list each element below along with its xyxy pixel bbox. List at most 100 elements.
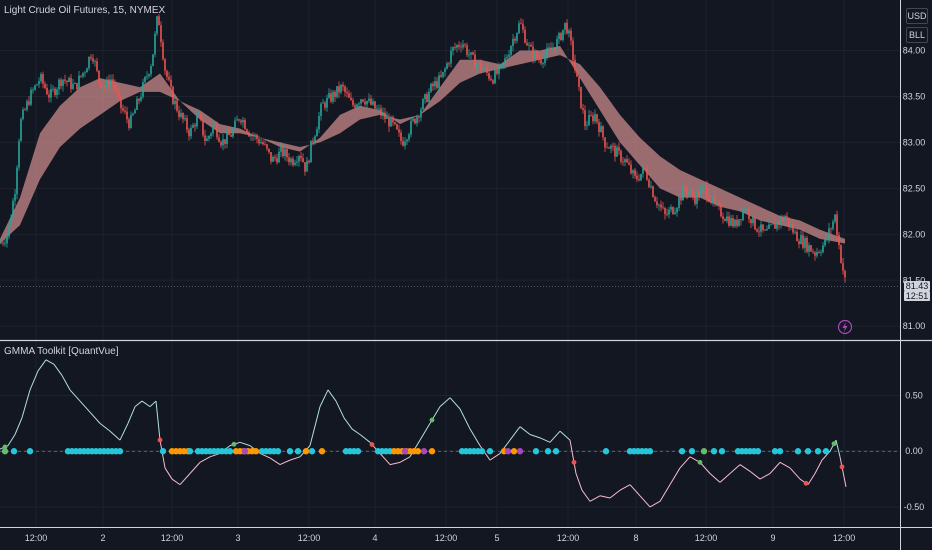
candle-body [450,50,452,64]
candle-body [512,38,514,47]
signal-dot [401,448,409,455]
candle-body [814,252,816,256]
unit-button[interactable]: BLL [906,27,928,43]
candle-body [672,207,674,215]
candle-body [104,87,106,89]
candle-body [674,212,676,215]
candle-body [266,144,268,149]
candle-body [322,102,324,104]
candle-body [806,237,808,252]
price-candles [0,14,846,283]
candle-body [700,188,702,198]
candle-body [426,94,428,103]
osc-segment [37,359,47,372]
candle-body [822,245,824,253]
candle-body [490,78,492,81]
candle-body [264,144,266,146]
candle-body [232,129,234,137]
osc-segment [807,473,816,485]
candle-body [394,122,396,125]
candle-body [50,88,52,98]
candle-body [550,47,552,50]
candle-body [214,124,216,126]
candle-body [692,190,694,196]
candle-body [836,214,838,236]
candle-body [698,191,700,198]
candle-body [438,75,440,88]
candle-body [800,235,802,245]
candle-body [598,122,600,133]
signal-dot [414,448,422,455]
osc-segment [149,400,157,408]
osc-tick-label: -0.50 [904,502,925,512]
osc-segment [343,417,353,430]
candle-body [480,62,482,71]
osc-segment [581,489,591,502]
candle-body [688,192,690,195]
osc-segment [399,456,411,463]
candle-body [8,225,10,237]
candle-body [712,196,714,204]
price-axis[interactable]: 81.0081.5082.0082.5083.0083.5084.000.500… [0,46,925,512]
candle-body [396,124,398,130]
cross-marker [429,417,435,423]
currency-button[interactable]: USD [906,8,928,24]
candle-body [412,118,414,121]
candle-body [764,229,766,231]
candle-body [154,33,156,55]
candle-body [300,156,302,159]
candle-body [376,108,378,110]
osc-segment [629,484,641,497]
candle-body [786,216,788,218]
price-tick-label: 81.00 [903,321,926,331]
osc-segment [749,470,761,480]
alert-icon[interactable] [837,319,853,335]
time-axis[interactable]: 12:00 2 12:00 3 12:00 4 12:00 5 12:00 8 12:00 9 12:0… [25,533,856,543]
time-tick-label: 12:00 [557,533,580,543]
oscillator-line [0,359,900,508]
candle-body [750,219,752,224]
osc-segment [389,461,401,466]
candle-body [746,208,748,211]
candle-body [6,236,8,244]
candle-body [224,139,226,144]
osc-segment [729,464,741,474]
candle-body [498,65,500,74]
candle-body [606,147,608,149]
candle-body [82,72,84,77]
candle-body [288,157,290,163]
osc-segment [839,456,847,487]
candle-body [350,97,352,101]
indicator-title: GMMA Toolkit [QuantVue] [4,346,119,357]
candle-body [290,158,292,163]
candle-body [94,61,96,63]
osc-segment [199,456,211,463]
candle-body [188,129,190,137]
candle-body [42,74,44,84]
osc-segment [769,462,781,474]
candle-body [408,134,410,140]
candle-body [754,215,756,230]
time-tick-label: 3 [235,533,240,543]
candle-body [546,47,548,56]
candle-body [22,109,24,120]
candle-body [618,147,620,151]
osc-segment [351,428,361,435]
candle-body [474,54,476,69]
cross-marker [831,441,837,447]
candle-body [18,140,20,168]
time-tick-label: 12:00 [435,533,458,543]
candle-body [136,98,138,110]
candle-body [252,135,254,137]
candle-body [604,137,606,148]
candle-body [640,173,642,181]
signal-dot [294,448,302,455]
chart-canvas[interactable]: 81.0081.5082.0082.5083.0083.5084.000.500… [0,0,932,550]
candle-body [202,120,204,136]
candle-body [384,112,386,119]
candle-body [574,59,576,70]
candle-body [802,235,804,248]
candle-body [816,251,818,256]
candle-body [780,216,782,225]
candle-body [612,145,614,147]
